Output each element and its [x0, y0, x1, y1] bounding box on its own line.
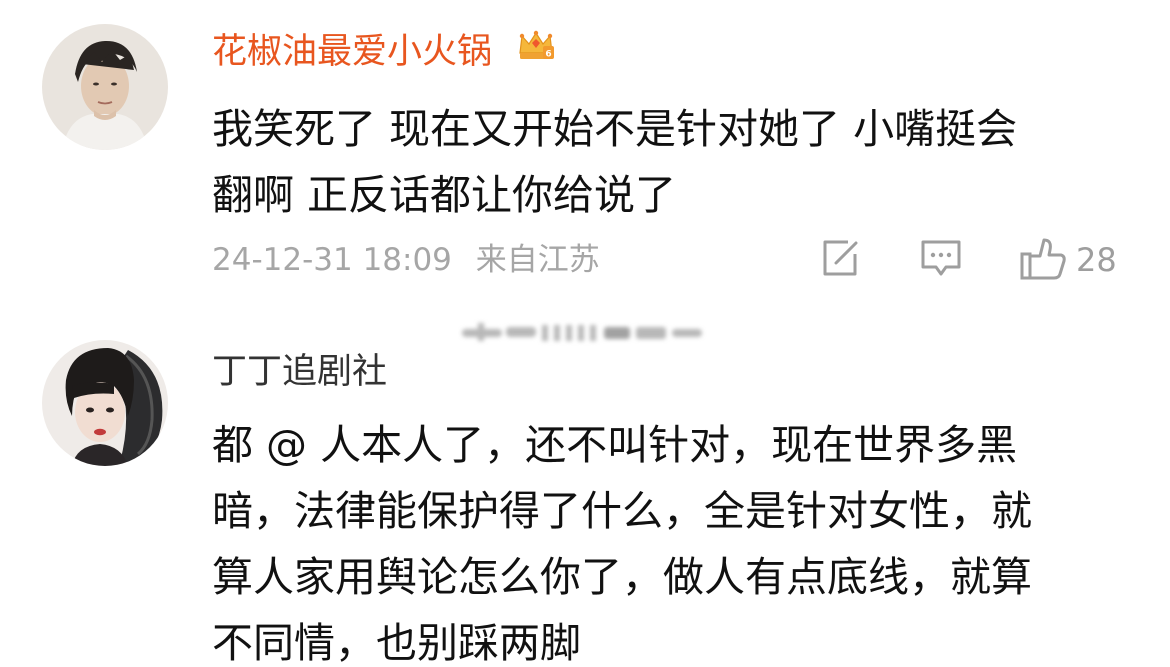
vip-crown-icon: 6: [517, 28, 555, 72]
comment-meta: 24-12-31 18:09 来自江苏: [212, 238, 600, 282]
svg-text:6: 6: [546, 50, 552, 60]
comment-line: 暗，法律能保护得了什么，全是针对女性，就: [212, 487, 1032, 535]
timestamp: 24-12-31 18:09: [212, 242, 452, 278]
like-count: 28: [1076, 241, 1117, 279]
username[interactable]: 丁丁追剧社: [212, 350, 387, 394]
comment-content: 都 @ 人本人了，还不叫针对，现在世界多黑 暗，法律能保护得了什么，全是针对女性…: [212, 412, 1032, 667]
comment-list: 花椒油最爱小火锅 6 我笑死了 现在又开始不是针对她了 小嘴挺会 翻啊 正反话都…: [0, 0, 1170, 667]
username-text: 花椒油最爱小火锅: [212, 32, 493, 72]
username-text: 丁丁追剧社: [212, 352, 388, 392]
comment-content: 我笑死了 现在又开始不是针对她了 小嘴挺会 翻啊 正反话都让你给说了: [212, 96, 1017, 228]
location: 来自江苏: [475, 242, 600, 278]
comment-line: 都 @ 人本人了，还不叫针对，现在世界多黑: [212, 421, 1018, 469]
reply-button[interactable]: [918, 236, 964, 284]
comment-item: 丁丁追剧社 都 @ 人本人了，还不叫针对，现在世界多黑 暗，法律能保护得了什么，…: [0, 312, 1170, 667]
comment-line: 算人家用舆论怎么你了，做人有点底线，就算: [212, 553, 1032, 601]
like-button[interactable]: 28: [1018, 236, 1117, 284]
share-button[interactable]: [818, 236, 862, 284]
thumbs-up-icon: [1018, 234, 1068, 286]
comment-line: 翻啊 正反话都让你给说了: [212, 171, 677, 219]
comment-line: 我笑死了 现在又开始不是针对她了 小嘴挺会: [212, 105, 1018, 153]
comment-line: 不同情，也别踩两脚: [212, 619, 581, 667]
share-icon: [818, 236, 862, 284]
avatar[interactable]: [42, 24, 168, 150]
avatar[interactable]: [42, 340, 168, 466]
comment-item: 花椒油最爱小火锅 6 我笑死了 现在又开始不是针对她了 小嘴挺会 翻啊 正反话都…: [0, 0, 1170, 312]
username[interactable]: 花椒油最爱小火锅 6: [212, 30, 555, 74]
comment-icon: [918, 236, 964, 284]
